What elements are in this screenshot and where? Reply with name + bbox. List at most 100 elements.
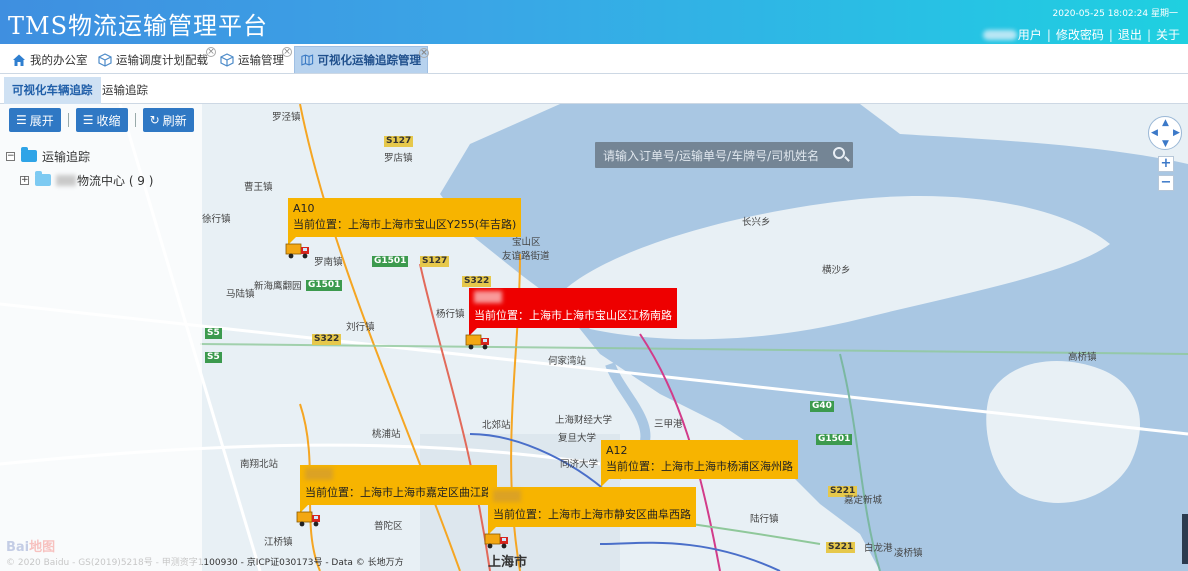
tab-my-office[interactable]: 我的办公室	[6, 46, 94, 73]
place-label: 徐行镇	[202, 214, 231, 225]
place-label: 刘行镇	[346, 322, 375, 333]
header-links: 用户 | 修改密码 | 退出 | 关于	[982, 26, 1180, 43]
place-label: 三甲港	[654, 419, 683, 430]
tab-visual-tracking[interactable]: 可视化运输追踪管理 ×	[294, 46, 429, 73]
home-icon	[13, 54, 25, 66]
close-icon[interactable]: ×	[282, 47, 292, 57]
refresh-icon: ↻	[149, 113, 160, 127]
place-label: 嘉定新城	[844, 495, 883, 506]
vehicle-plate: A12	[606, 444, 628, 457]
vehicle-info-balloon[interactable]: A12 当前位置：上海市上海市杨浦区海州路	[601, 440, 798, 487]
user-label[interactable]: 用户	[1018, 26, 1042, 43]
truck-icon[interactable]	[296, 509, 322, 527]
place-label: 高桥镇	[1068, 352, 1097, 363]
app-title: TMS物流运输管理平台	[8, 12, 269, 40]
place-label: 友谊路街道	[502, 251, 550, 262]
pan-control[interactable]: ▲ ▼ ◀ ▶	[1148, 116, 1182, 150]
tab-dispatch-plan[interactable]: 运输调度计划配载 ×	[92, 46, 216, 73]
vehicle-location: 当前位置：上海市上海市嘉定区曲江路	[305, 486, 492, 499]
place-label: 普陀区	[374, 521, 403, 532]
place-label: 何家湾站	[548, 356, 587, 367]
left-tree-panel: ☰ 展开 ☰ 收缩 ↻ 刷新 − 运输追踪 + 物流中心 ( 9 )	[0, 104, 202, 571]
place-label: 陆行镇	[750, 514, 779, 525]
road-shield: S127	[384, 136, 414, 147]
cube-icon	[98, 52, 112, 67]
tree-node-label: 运输追踪	[42, 149, 91, 164]
collapse-icon: ☰	[82, 113, 94, 127]
zoom-in-button[interactable]: +	[1158, 156, 1174, 172]
refresh-button[interactable]: ↻ 刷新	[142, 108, 194, 132]
expand-icon: ☰	[16, 113, 27, 127]
scroll-handle[interactable]	[1182, 514, 1188, 564]
place-label: 罗南镇	[314, 257, 343, 268]
city-label: 上海市	[488, 555, 528, 570]
vehicle-info-balloon[interactable]: A10 当前位置：上海市上海市宝山区Y255(年吉路)	[288, 198, 522, 245]
search-icon[interactable]	[833, 147, 845, 159]
place-label: 马陆镇	[226, 289, 255, 300]
subtab-transport-tracking[interactable]: 运输追踪	[94, 77, 156, 104]
place-label: 白龙港	[864, 543, 893, 554]
truck-icon[interactable]	[285, 241, 311, 259]
tab-label: 运输管理	[238, 52, 284, 67]
user-name-redacted	[982, 29, 1017, 40]
folder-icon	[21, 147, 37, 162]
vehicle-info-balloon-alert[interactable]: 当前位置：上海市上海市宝山区江杨南路	[469, 288, 677, 336]
pan-up-icon[interactable]: ▲	[1162, 118, 1169, 128]
tab-transport-mgmt[interactable]: 运输管理 ×	[214, 46, 292, 73]
tree-node-label: 物流中心 ( 9 )	[77, 173, 154, 188]
change-password-link[interactable]: 修改密码	[1056, 26, 1104, 43]
place-label: 江桥镇	[264, 537, 293, 548]
place-label: 杨行镇	[436, 309, 465, 320]
search-placeholder: 请输入订单号/运输单号/车牌号/司机姓名	[603, 148, 820, 163]
app-window: TMS物流运输管理平台 2020-05-25 18:02:24 星期一 用户 |…	[0, 0, 1188, 571]
tree-node-child[interactable]: + 物流中心 ( 9 )	[6, 168, 153, 192]
vehicle-info-balloon[interactable]: 当前位置：上海市上海市嘉定区曲江路	[300, 465, 497, 513]
folder-icon	[35, 171, 51, 186]
road-shield: S5	[205, 328, 222, 339]
vehicle-location: 当前位置：上海市上海市杨浦区海州路	[606, 460, 793, 473]
truck-icon[interactable]	[465, 332, 491, 350]
tree-toolbar: ☰ 展开 ☰ 收缩 ↻ 刷新	[9, 108, 194, 132]
place-label: 凌桥镇	[894, 548, 923, 559]
expand-button[interactable]: ☰ 展开	[9, 108, 61, 132]
place-label: 新海鹰翻园	[254, 281, 302, 292]
expand-node-icon[interactable]: +	[20, 175, 29, 185]
pan-left-icon[interactable]: ◀	[1151, 128, 1158, 138]
road-shield: G40	[810, 401, 834, 412]
truck-icon[interactable]	[484, 531, 510, 549]
vehicle-plate-redacted	[305, 468, 492, 485]
app-header: TMS物流运输管理平台 2020-05-25 18:02:24 星期一 用户 |…	[0, 0, 1188, 44]
road-shield: S127	[420, 256, 450, 267]
place-label: 长兴乡	[742, 217, 771, 228]
road-shield: S221	[826, 542, 856, 553]
place-label: 罗店镇	[384, 153, 413, 164]
pan-down-icon[interactable]: ▼	[1162, 139, 1169, 149]
place-label: 同济大学	[560, 459, 599, 470]
map-search-input[interactable]: 请输入订单号/运输单号/车牌号/司机姓名	[595, 142, 853, 168]
tree-node-root[interactable]: − 运输追踪	[6, 144, 153, 168]
road-shield: G1501	[372, 256, 409, 267]
close-icon[interactable]: ×	[419, 48, 429, 58]
subtab-vehicle-tracking[interactable]: 可视化车辆追踪	[4, 77, 101, 104]
place-label: 桃浦站	[372, 429, 401, 440]
tab-label: 可视化运输追踪管理	[317, 53, 422, 67]
zoom-out-button[interactable]: −	[1158, 175, 1174, 191]
road-shield: S322	[462, 276, 492, 287]
road-shield: S5	[205, 352, 222, 363]
logout-link[interactable]: 退出	[1118, 26, 1142, 43]
place-label: 曹王镇	[244, 182, 273, 193]
header-clock: 2020-05-25 18:02:24 星期一	[1052, 9, 1178, 19]
collapse-node-icon[interactable]: −	[6, 151, 15, 161]
place-label: 北郊站	[482, 420, 511, 431]
sub-tab-bar: 可视化车辆追踪 运输追踪	[0, 74, 1188, 104]
collapse-button[interactable]: ☰ 收缩	[75, 108, 128, 132]
vehicle-info-balloon[interactable]: 当前位置：上海市上海市静安区曲阜西路	[488, 487, 696, 535]
center-name-redacted	[56, 174, 76, 186]
about-link[interactable]: 关于	[1156, 26, 1180, 43]
vehicle-location: 当前位置：上海市上海市静安区曲阜西路	[493, 508, 691, 521]
place-label: 罗泾镇	[272, 112, 301, 123]
map-icon	[301, 54, 314, 66]
pan-right-icon[interactable]: ▶	[1173, 128, 1180, 138]
vehicle-location: 当前位置：上海市上海市宝山区江杨南路	[474, 309, 672, 322]
tab-label: 运输调度计划配载	[116, 52, 208, 67]
